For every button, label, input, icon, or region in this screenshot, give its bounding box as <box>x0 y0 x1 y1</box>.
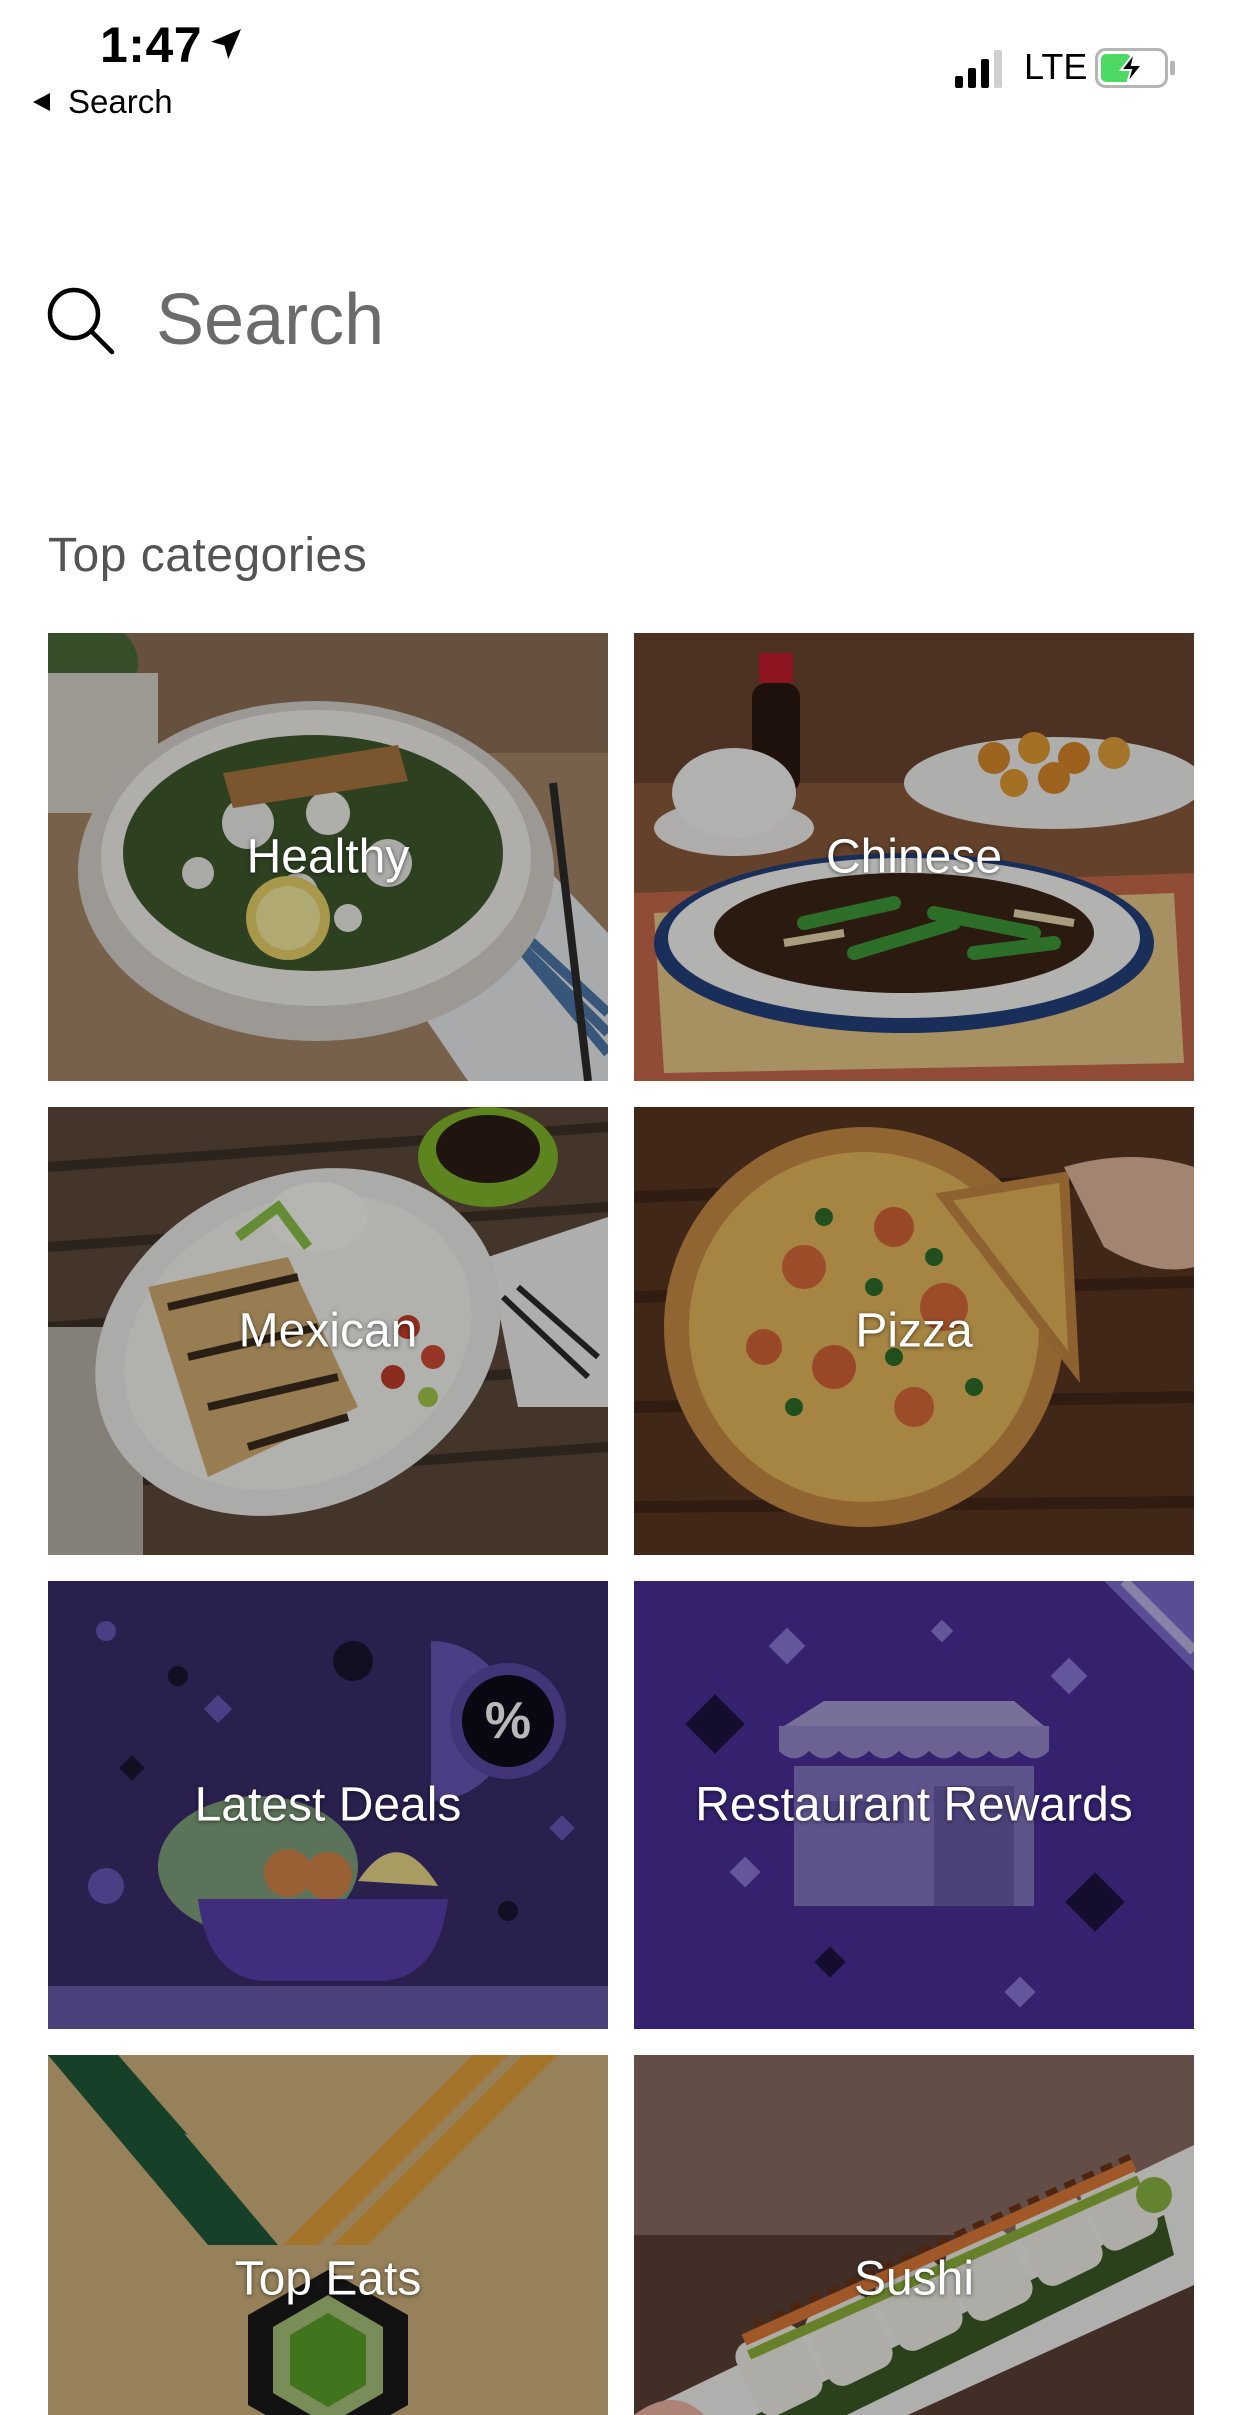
category-label: Latest Deals <box>194 1778 462 1832</box>
status-time: 1:47 <box>100 17 203 73</box>
back-to-search-link[interactable]: Search <box>30 82 173 122</box>
category-label: Restaurant Rewards <box>695 1778 1133 1832</box>
category-tile-sushi[interactable]: Sushi <box>634 2055 1194 2415</box>
signal-bars-icon <box>955 50 1002 88</box>
category-label: Pizza <box>855 1304 973 1358</box>
status-bar: 1:47 Search LTE <box>0 0 1242 135</box>
search-bar[interactable] <box>44 270 1198 370</box>
back-link-label: Search <box>68 83 173 120</box>
section-title: Top categories <box>48 529 368 582</box>
tile-shade <box>634 2055 1194 2415</box>
tile-shade <box>48 2055 608 2415</box>
battery-charging-icon <box>1095 48 1175 88</box>
category-label: Sushi <box>853 2252 975 2306</box>
category-grid: Healthy Chinese Mexican Pizza % Latest D… <box>48 633 1194 2415</box>
category-tile-chinese[interactable]: Chinese <box>634 633 1194 1081</box>
back-arrow-icon <box>33 93 50 111</box>
category-label: Chinese <box>825 830 1003 884</box>
category-label: Mexican <box>238 1304 418 1358</box>
category-tile-restaurant-rewards[interactable]: Restaurant Rewards <box>634 1581 1194 2029</box>
category-tile-healthy[interactable]: Healthy <box>48 633 608 1081</box>
search-input[interactable] <box>156 279 1056 361</box>
category-label: Top Eats <box>234 2252 422 2306</box>
category-tile-latest-deals[interactable]: % Latest Deals <box>48 1581 608 2029</box>
category-tile-top-eats[interactable]: Top Eats <box>48 2055 608 2415</box>
category-tile-pizza[interactable]: Pizza <box>634 1107 1194 1555</box>
network-type: LTE <box>1024 46 1088 87</box>
search-page: 1:47 Search LTE Search Top categories He… <box>0 0 1242 2415</box>
category-label: Healthy <box>246 830 410 884</box>
search-icon <box>47 287 115 355</box>
location-arrow-icon <box>211 29 241 59</box>
category-tile-mexican[interactable]: Mexican <box>48 1107 608 1555</box>
